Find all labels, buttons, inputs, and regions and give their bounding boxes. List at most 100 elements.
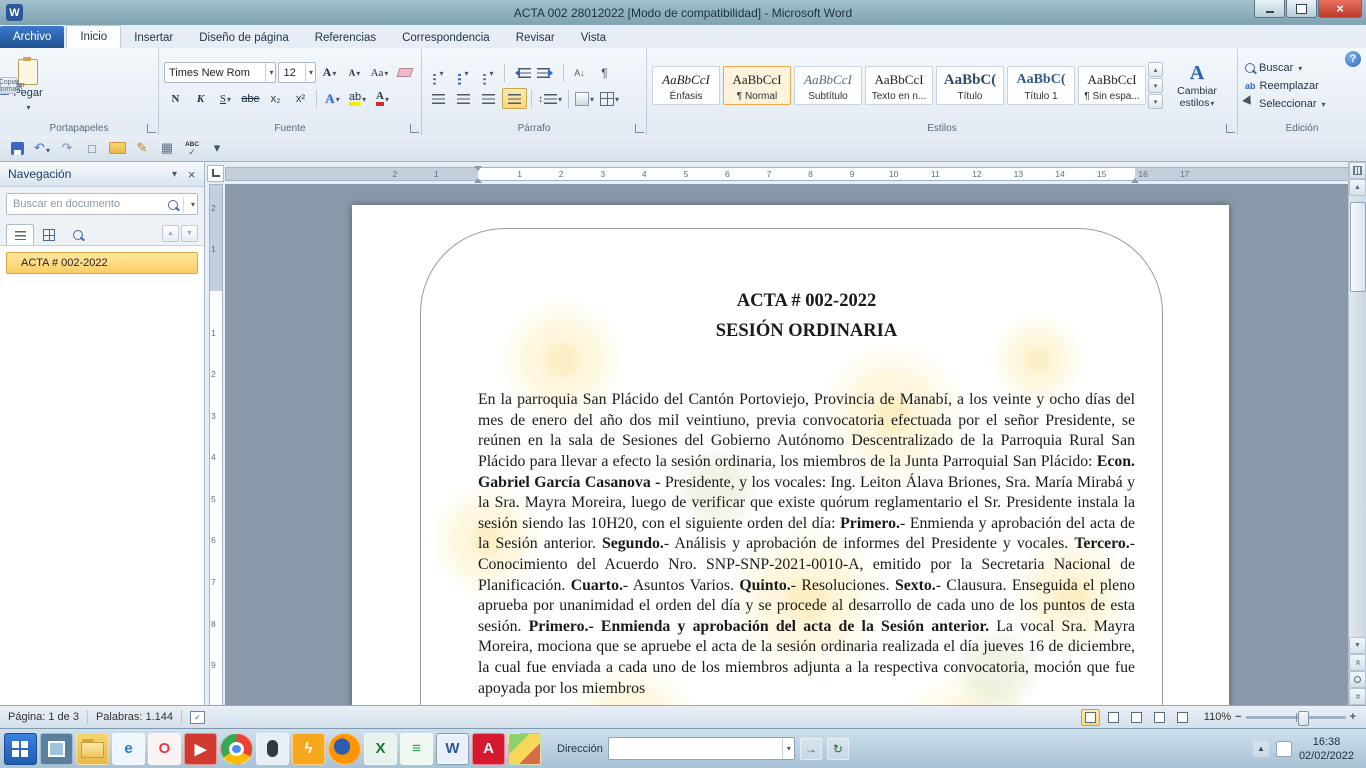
edit-button[interactable]: ✎ [131, 138, 153, 159]
borders-button[interactable] [598, 89, 621, 108]
paragraph[interactable]: SESIÓN ORDINARIA [478, 319, 1135, 343]
scroll-down-icon[interactable] [1349, 637, 1366, 654]
select-button[interactable]: Seleccionar [1243, 95, 1361, 113]
strikethrough-button[interactable]: abe [239, 89, 262, 108]
show-hidden-icons-icon[interactable] [1253, 741, 1269, 757]
chrome-icon[interactable] [220, 733, 253, 765]
address-refresh-icon[interactable]: ↻ [827, 738, 849, 760]
scroll-up-icon[interactable] [1349, 179, 1366, 196]
next-result-icon[interactable]: ▼ [181, 225, 198, 242]
style-texto[interactable]: AaBbCcITexto en n... [865, 66, 933, 105]
vertical-ruler[interactable]: 21123456789 [205, 184, 225, 705]
firefox-icon[interactable] [328, 733, 361, 765]
shading-button[interactable] [573, 89, 596, 108]
maximize-button[interactable] [1286, 0, 1317, 18]
subscript-button[interactable]: x₂ [264, 89, 287, 108]
gallery-down-icon[interactable] [1148, 78, 1163, 93]
increase-indent-button[interactable] [535, 63, 559, 82]
nav-heading-item[interactable]: ACTA # 002-2022 [6, 252, 198, 274]
tab-correspondencia[interactable]: Correspondencia [389, 27, 503, 48]
dialog-launcher-icon[interactable] [1226, 124, 1235, 133]
font-size-combo[interactable]: 12 [278, 62, 316, 83]
opera-icon[interactable]: O [148, 733, 181, 765]
zoom-out-icon[interactable] [1235, 711, 1241, 723]
system-window-icon[interactable] [40, 733, 73, 765]
antivirus-icon[interactable]: A [472, 733, 505, 765]
paragraph[interactable] [478, 370, 1135, 391]
style-normal[interactable]: AaBbCcI¶ Normal [723, 66, 791, 105]
paragraph[interactable]: En la parroquia San Plácido del Cantón P… [478, 390, 1135, 699]
folder-icon[interactable] [76, 733, 109, 765]
page-count[interactable]: Página: 1 de 3 [0, 706, 87, 728]
tray-app-icon[interactable] [1276, 741, 1292, 757]
find-button[interactable]: Buscar [1243, 59, 1361, 77]
style-enfasis[interactable]: AaBbCcIÉnfasis [652, 66, 720, 105]
highlight-button[interactable]: ab [346, 89, 369, 108]
bullets-button[interactable] [427, 63, 450, 82]
address-input[interactable] [609, 740, 782, 757]
zoom-level[interactable]: 110% [1204, 711, 1231, 723]
nav-tab-headings[interactable] [6, 224, 34, 245]
align-right-button[interactable] [477, 89, 500, 108]
open-folder-button[interactable] [106, 138, 128, 159]
document-page[interactable]: ACTA # 002-2022SESIÓN ORDINARIAEn la par… [352, 205, 1229, 705]
tab-insertar[interactable]: Insertar [121, 27, 186, 48]
photo-app-icon[interactable] [508, 733, 541, 765]
font-color-button[interactable]: A [371, 89, 394, 108]
proofing-button[interactable] [182, 706, 213, 728]
align-left-button[interactable] [427, 89, 450, 108]
web-layout-view-button[interactable] [1127, 709, 1146, 726]
replace-button[interactable]: Reemplazar [1243, 77, 1361, 95]
style-titulo[interactable]: AaBbC(Título [936, 66, 1004, 105]
tab-selector-button[interactable] [207, 165, 224, 182]
excel-icon[interactable]: X [364, 733, 397, 765]
clear-formatting-button[interactable] [393, 63, 416, 82]
search-options-caret-icon[interactable] [190, 198, 195, 210]
taskbar-clock[interactable]: 16:38 02/02/2022 [1299, 735, 1354, 763]
format-painter-button[interactable]: Copiar formato [0, 77, 17, 94]
horizontal-ruler[interactable]: 211234567891011121314151617 [225, 162, 1349, 184]
change-case-button[interactable]: Aa [368, 63, 391, 82]
show-marks-button[interactable] [593, 63, 616, 82]
font-family-combo[interactable]: Times New Rom [164, 62, 276, 83]
hanging-indent-marker[interactable] [474, 174, 482, 183]
draft-view-button[interactable] [1173, 709, 1192, 726]
dialog-launcher-icon[interactable] [410, 124, 419, 133]
mouse-utility-icon[interactable] [256, 733, 289, 765]
table-button[interactable]: ▦ [156, 138, 178, 159]
word-icon[interactable]: W [436, 733, 469, 765]
fullscreen-reading-view-button[interactable] [1104, 709, 1123, 726]
dialog-launcher-icon[interactable] [635, 124, 644, 133]
previous-result-icon[interactable]: ▲ [162, 225, 179, 242]
undo-button[interactable]: ↶ [31, 138, 53, 159]
zoom-in-icon[interactable] [1350, 711, 1356, 723]
tab-inicio[interactable]: Inicio [66, 25, 121, 48]
style-sin-espaciado[interactable]: AaBbCcI¶ Sin espa... [1078, 66, 1146, 105]
word-count[interactable]: Palabras: 1.144 [88, 706, 181, 728]
address-go-icon[interactable]: → [800, 738, 822, 760]
line-spacing-button[interactable] [536, 89, 564, 108]
redo-button[interactable]: ↷ [56, 138, 78, 159]
underline-button[interactable]: S [214, 89, 237, 108]
shrink-font-button[interactable]: A [343, 63, 366, 82]
internet-explorer-icon[interactable]: e [112, 733, 145, 765]
tab-vista[interactable]: Vista [568, 27, 619, 48]
italic-button[interactable]: K [189, 89, 212, 108]
previous-page-icon[interactable] [1349, 654, 1366, 671]
document-text[interactable]: ACTA # 002-2022SESIÓN ORDINARIAEn la par… [478, 289, 1135, 699]
align-center-button[interactable] [452, 89, 475, 108]
more-commands-button[interactable]: ▾ [206, 138, 228, 159]
grow-font-button[interactable]: A [318, 63, 341, 82]
new-document-button[interactable]: □ [81, 138, 103, 159]
style-subtitulo[interactable]: AaBbCcISubtítulo [794, 66, 862, 105]
bold-button[interactable]: N [164, 89, 187, 108]
tab-archivo[interactable]: Archivo [0, 26, 64, 48]
close-button[interactable] [1318, 0, 1362, 18]
media-player-icon[interactable]: ▶ [184, 733, 217, 765]
spelling-button[interactable] [181, 138, 203, 159]
vertical-scrollbar[interactable] [1348, 162, 1366, 705]
tab-referencias[interactable]: Referencias [302, 27, 389, 48]
nav-pane-menu-icon[interactable]: ▾ [166, 166, 183, 183]
paragraph[interactable] [478, 349, 1135, 370]
gallery-up-icon[interactable] [1148, 62, 1163, 77]
